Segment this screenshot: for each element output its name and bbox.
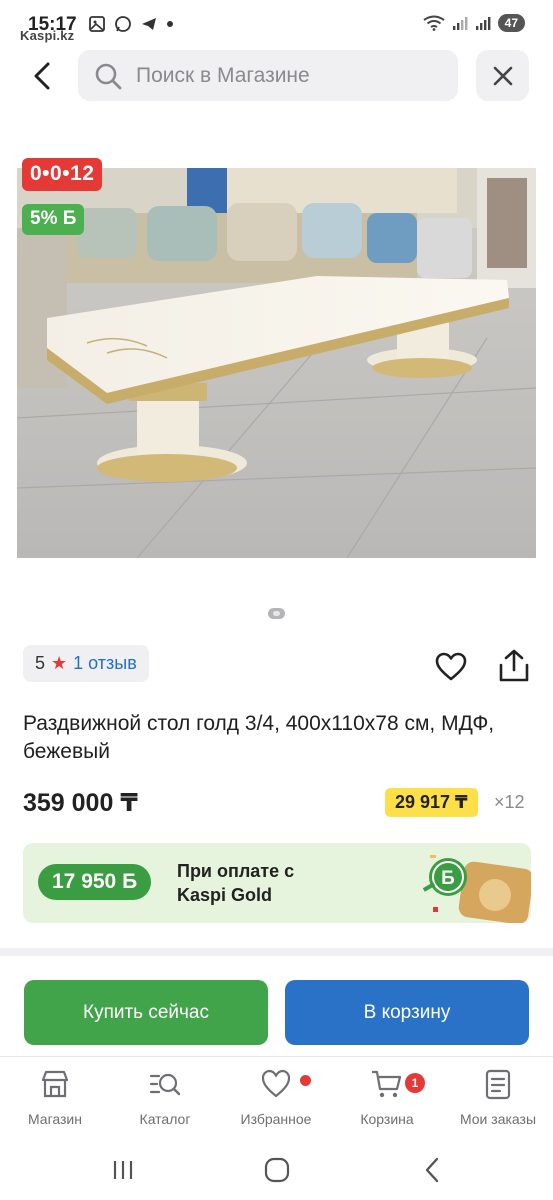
signal-icon-2 <box>475 17 491 30</box>
close-icon <box>493 66 512 85</box>
recent-apps-button[interactable] <box>103 1150 143 1190</box>
chevron-left-icon <box>34 62 50 90</box>
battery-level: 47 <box>497 14 525 32</box>
status-bar: 15:17 Kaspi.kz 47 <box>0 0 553 50</box>
bonus-badge: 5% Б <box>22 204 85 235</box>
recent-apps-icon <box>113 1161 133 1179</box>
search-box[interactable] <box>78 50 458 101</box>
nav-label-catalog: Каталог <box>139 1111 191 1127</box>
search-input[interactable] <box>136 63 436 88</box>
rating-value: 5 <box>35 653 46 673</box>
rating-chip[interactable]: 5 ★ 1 отзыв <box>23 645 149 682</box>
product-photo <box>17 168 536 558</box>
bottom-nav: Магазин Каталог Избранное Корзина 1 Мои … <box>0 1056 553 1136</box>
star-icon: ★ <box>51 653 68 673</box>
pager-dot-active <box>268 608 285 619</box>
installment-months: ×12 <box>494 792 525 812</box>
product-price: 359 000 ₸ <box>23 789 138 817</box>
buy-now-button[interactable]: Купить сейчас <box>24 980 268 1045</box>
wifi-icon <box>423 15 445 31</box>
nav-item-orders[interactable]: Мои заказы <box>443 1067 553 1127</box>
installment-badge: 0•0•12 <box>22 158 103 191</box>
nav-item-cart[interactable]: Корзина 1 <box>332 1067 442 1127</box>
kaspi-gold-card-icon: Б <box>422 855 531 923</box>
favorite-button[interactable] <box>434 650 468 684</box>
close-button[interactable] <box>476 50 529 101</box>
kaspi-gold-offer[interactable]: 17 950 Б При оплате с Kaspi Gold Б <box>23 843 531 923</box>
notification-icons <box>88 15 174 33</box>
catalog-icon <box>149 1073 181 1096</box>
back-button[interactable] <box>22 56 62 96</box>
nav-item-favorites[interactable]: Избранное <box>221 1067 331 1127</box>
gallery-icon <box>89 16 105 32</box>
store-icon <box>41 1070 69 1098</box>
gold-bonus-amount: 17 950 Б <box>38 864 152 900</box>
search-icon <box>95 63 122 89</box>
cart-icon <box>372 1070 402 1098</box>
nav-label-cart: Корзина <box>360 1111 414 1127</box>
nav-label-store: Магазин <box>27 1111 82 1127</box>
image-pager <box>268 608 286 620</box>
nav-item-catalog[interactable]: Каталог <box>110 1067 220 1127</box>
product-title: Раздвижной стол голд 3/4, 400x110x78 см,… <box>23 712 495 763</box>
installment-price: 29 917 ₸ <box>385 788 478 817</box>
add-to-cart-button[interactable]: В корзину <box>285 980 529 1045</box>
system-back-button[interactable] <box>412 1150 452 1190</box>
cart-count-badge: 1 <box>405 1073 425 1093</box>
more-dot-icon <box>167 21 173 27</box>
svg-text:Б: Б <box>441 868 455 889</box>
system-nav <box>0 1136 553 1200</box>
heart-icon <box>435 652 467 681</box>
nav-label-favorites: Избранное <box>240 1111 312 1127</box>
nav-item-store[interactable]: Магазин <box>0 1067 110 1127</box>
signal-icon <box>452 17 468 30</box>
heart-icon <box>261 1069 291 1098</box>
telegram-icon <box>142 18 156 30</box>
system-icons: 47 <box>423 14 525 32</box>
top-bar <box>0 48 553 104</box>
reviews-link[interactable]: 1 отзыв <box>73 653 137 674</box>
home-button[interactable] <box>257 1150 297 1190</box>
gold-offer-text: При оплате с Kaspi Gold <box>177 861 295 905</box>
home-icon <box>264 1157 290 1183</box>
favorites-indicator-dot <box>300 1075 311 1086</box>
orders-icon <box>485 1069 511 1100</box>
share-button[interactable] <box>497 648 531 684</box>
nav-label-orders: Мои заказы <box>459 1111 537 1127</box>
watermark-text: Kaspi.kz <box>20 28 75 43</box>
back-arrow-icon <box>425 1157 439 1183</box>
whatsapp-icon <box>115 16 131 32</box>
share-icon <box>499 649 529 682</box>
product-image[interactable] <box>17 168 536 558</box>
